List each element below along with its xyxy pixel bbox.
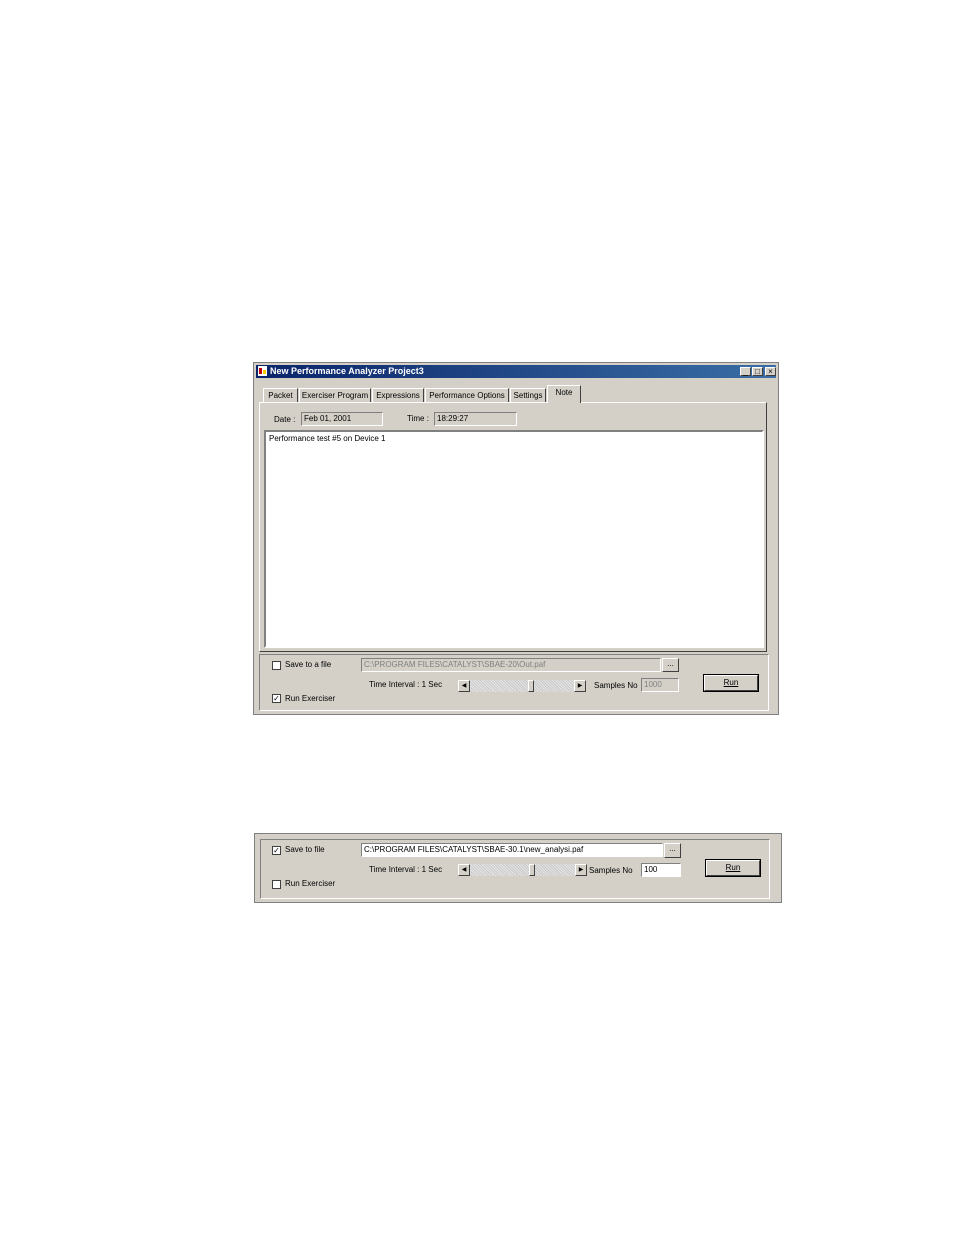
file-path-field-alt[interactable]: C:\PROGRAM FILES\CATALYST\SBAE-30.1\new_… [361, 843, 663, 857]
samples-label-alt: Samples No [589, 866, 633, 875]
slider-right-button[interactable]: ▶ [574, 680, 586, 692]
samples-label: Samples No [594, 681, 638, 690]
tab-performance-options[interactable]: Performance Options [425, 388, 509, 402]
tab-exerciser-program[interactable]: Exerciser Program [299, 388, 371, 402]
slider-right-button-alt[interactable]: ▶ [575, 864, 587, 876]
save-to-file-label-alt: Save to file [285, 845, 325, 854]
check-mark-icon: ✓ [273, 694, 280, 703]
save-to-file-label: Save to a file [285, 660, 332, 669]
slider-thumb[interactable] [528, 680, 534, 692]
run-exerciser-label-alt: Run Exerciser [285, 879, 336, 888]
app-icon [258, 366, 267, 376]
slider-thumb-alt[interactable] [529, 864, 535, 876]
slider-left-button-alt[interactable]: ◀ [458, 864, 470, 876]
note-textarea[interactable]: Performance test #5 on Device 1 [264, 430, 764, 648]
time-field: 18:29:27 [434, 412, 517, 426]
left-arrow-icon: ◀ [461, 867, 467, 873]
run-button[interactable]: Run [703, 674, 759, 692]
slider-left-button[interactable]: ◀ [458, 680, 470, 692]
tab-label: Settings [513, 391, 543, 400]
tab-packet[interactable]: Packet [263, 388, 298, 402]
right-arrow-icon: ▶ [577, 683, 583, 689]
samples-field[interactable]: 1000 [641, 678, 679, 692]
left-arrow-icon: ◀ [461, 683, 467, 689]
file-path-value-alt: C:\PROGRAM FILES\CATALYST\SBAE-30.1\new_… [364, 845, 584, 854]
slider-track[interactable] [470, 680, 574, 692]
run-options-panel-alt: ✓ Save to file C:\PROGRAM FILES\CATALYST… [254, 833, 782, 903]
save-to-file-checkbox-alt[interactable]: ✓ [272, 846, 281, 855]
note-text: Performance test #5 on Device 1 [269, 434, 386, 443]
slider-track-alt[interactable] [470, 864, 575, 876]
run-exerciser-label: Run Exerciser [285, 694, 336, 703]
close-icon: × [768, 367, 773, 376]
time-label: Time : [407, 414, 429, 423]
close-button[interactable]: × [765, 367, 776, 376]
date-value: Feb 01, 2001 [304, 414, 352, 423]
maximize-button[interactable]: □ [752, 367, 763, 376]
tab-label: Performance Options [429, 391, 505, 400]
save-to-file-checkbox[interactable] [272, 661, 281, 670]
file-path-field[interactable]: C:\PROGRAM FILES\CATALYST\SBAE-20\Out.pa… [361, 658, 661, 672]
window-title: New Performance Analyzer Project3 [270, 366, 424, 376]
right-arrow-icon: ▶ [578, 867, 584, 873]
file-path-value: C:\PROGRAM FILES\CATALYST\SBAE-20\Out.pa… [364, 660, 546, 669]
run-label: Run [725, 863, 741, 872]
browse-label: ... [669, 844, 676, 853]
tab-label: Packet [268, 391, 293, 400]
title-bar[interactable]: New Performance Analyzer Project3 _ □ × [256, 365, 776, 378]
run-button-alt[interactable]: Run [705, 859, 761, 877]
tab-label: Exerciser Program [301, 391, 369, 400]
tab-label: Expressions [376, 391, 420, 400]
tab-label: Note [555, 388, 573, 397]
tab-note[interactable]: Note [547, 385, 581, 403]
check-mark-icon: ✓ [273, 846, 280, 855]
browse-button[interactable]: ... [662, 658, 679, 672]
browse-label: ... [667, 659, 674, 668]
time-interval-label-alt: Time Interval : 1 Sec [369, 865, 443, 874]
tab-settings[interactable]: Settings [510, 388, 546, 402]
samples-value: 1000 [644, 680, 662, 689]
run-exerciser-checkbox[interactable]: ✓ [272, 694, 281, 703]
samples-value-alt: 100 [644, 865, 658, 874]
date-field: Feb 01, 2001 [301, 412, 383, 426]
run-label: Run [723, 678, 739, 687]
time-interval-slider-alt[interactable]: ◀ ▶ [458, 864, 587, 876]
tab-expressions[interactable]: Expressions [372, 388, 424, 402]
browse-button-alt[interactable]: ... [664, 843, 681, 858]
run-exerciser-checkbox-alt[interactable] [272, 880, 281, 889]
time-interval-slider[interactable]: ◀ ▶ [458, 680, 586, 692]
time-value: 18:29:27 [437, 414, 469, 423]
minimize-icon: _ [743, 367, 748, 376]
samples-field-alt[interactable]: 100 [641, 863, 681, 877]
minimize-button[interactable]: _ [740, 367, 751, 376]
performance-analyzer-window: New Performance Analyzer Project3 _ □ × … [253, 362, 779, 715]
date-label: Date : [274, 415, 296, 424]
maximize-icon: □ [755, 367, 760, 376]
time-interval-label: Time Interval : 1 Sec [369, 680, 443, 689]
